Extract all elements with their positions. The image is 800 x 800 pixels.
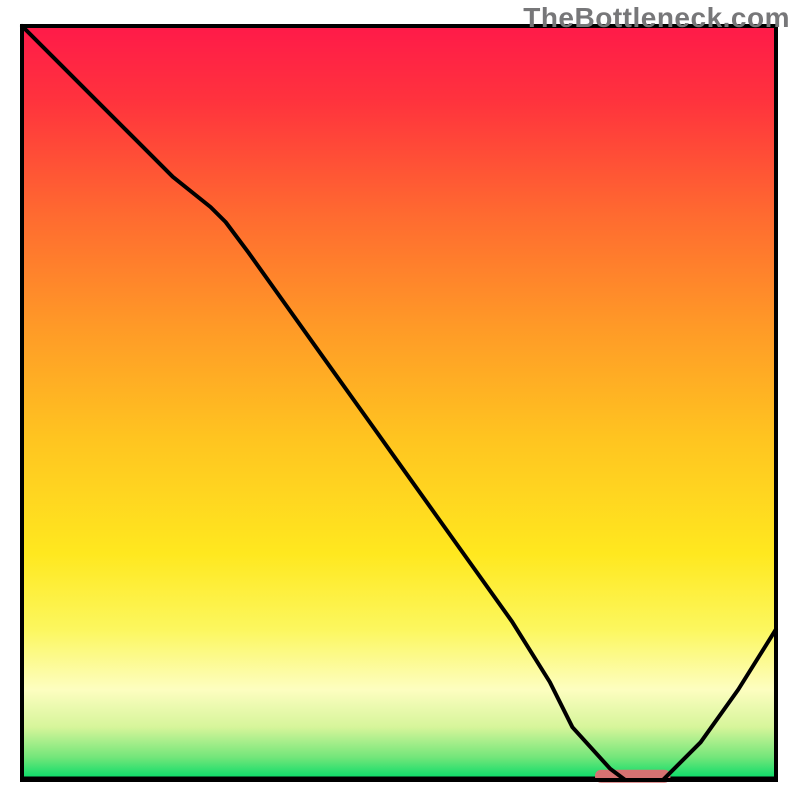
bottleneck-chart: TheBottleneck.com xyxy=(0,0,800,800)
chart-svg xyxy=(0,0,800,800)
watermark-text: TheBottleneck.com xyxy=(523,2,790,34)
